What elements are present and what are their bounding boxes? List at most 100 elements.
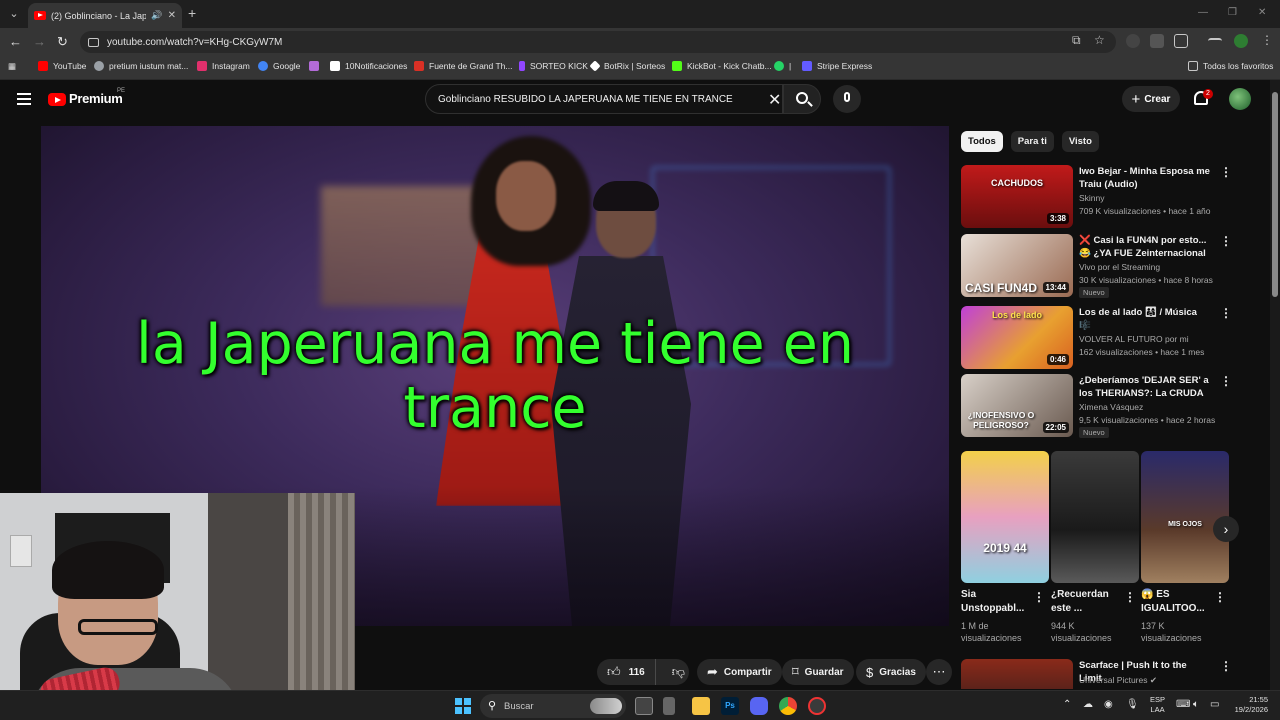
reload-icon[interactable]: ↻: [57, 34, 68, 50]
close-window-icon[interactable]: ✕: [1258, 7, 1266, 18]
channel-name[interactable]: Skinny: [1079, 193, 1105, 203]
more-options-icon[interactable]: ⋮: [1220, 307, 1232, 319]
extensions-puzzle-icon[interactable]: [1174, 34, 1188, 48]
recommendation-item[interactable]: CASI FUN4D 13:44 ❌ Casi la FUN4N por est…: [961, 234, 1232, 298]
restore-icon[interactable]: ❐: [1228, 7, 1237, 18]
network-icon[interactable]: ⌨: [1176, 699, 1190, 710]
share-button[interactable]: ➦ Compartir: [697, 659, 782, 685]
url-text[interactable]: youtube.com/watch?v=KHg-CKGyW7M: [107, 37, 282, 48]
apps-grid-icon[interactable]: ▦: [8, 61, 16, 72]
search-query[interactable]: Goblinciano RESUBIDO LA JAPERUANA ME TIE…: [438, 94, 733, 105]
short-thumbnail[interactable]: MIS OJOS: [1141, 451, 1229, 583]
recommendation-item[interactable]: Scarface | Push It to the Limit Universa…: [961, 659, 1231, 689]
bookmark-kickbot[interactable]: KickBot - Kick Chatb...: [672, 61, 772, 71]
minimize-icon[interactable]: —: [1198, 7, 1208, 18]
site-info-icon[interactable]: [88, 37, 99, 47]
bookmark-whatsapp[interactable]: |: [774, 61, 791, 71]
clear-search-icon[interactable]: ✕: [768, 90, 781, 110]
bookmark-star-icon[interactable]: ☆: [1094, 33, 1105, 47]
chip-para-ti[interactable]: Para ti: [1010, 131, 1054, 152]
save-button[interactable]: ⌑ Guardar: [782, 659, 854, 685]
recommendation-item[interactable]: Los de lado 0:46 Los de al lado 👨‍👩‍👧 / …: [961, 306, 1232, 370]
video-thumbnail[interactable]: CACHUDOS 3:38: [961, 165, 1073, 228]
video-title[interactable]: Los de al lado 👨‍👩‍👧 / Música 🎼: [1079, 306, 1211, 332]
chip-visto[interactable]: Visto: [1061, 131, 1099, 152]
bookmark-youtube[interactable]: YouTube: [38, 61, 86, 71]
tab-active[interactable]: (2) Goblinciano - La Japeruana 🔊 ✕: [28, 3, 182, 28]
discord-icon[interactable]: [750, 697, 768, 715]
app-icon[interactable]: [663, 697, 675, 715]
video-thumbnail[interactable]: CASI FUN4D 13:44: [961, 234, 1073, 297]
bookmark-sorteo-kick[interactable]: SORTEO KICK: [519, 61, 588, 71]
photoshop-icon[interactable]: Ps: [721, 697, 739, 715]
channel-name[interactable]: VOLVER AL FUTURO por mi: [1079, 334, 1189, 344]
short-title[interactable]: Sia Unstoppabl...: [961, 588, 1039, 616]
new-tab-button[interactable]: +: [188, 5, 196, 21]
close-tab-icon[interactable]: ✕: [168, 10, 176, 21]
extension-icon[interactable]: [1126, 34, 1140, 48]
tab-search-icon[interactable]: ⌄: [6, 6, 22, 22]
bookmark-x[interactable]: 10Notificaciones: [330, 61, 407, 71]
cast-icon[interactable]: ⧉: [1072, 33, 1081, 48]
volume-icon[interactable]: 🔈︎: [1193, 699, 1199, 710]
short-title[interactable]: ¿Recuerdan este ...: [1051, 588, 1129, 616]
shorts-next-button[interactable]: ›: [1213, 516, 1239, 542]
task-view-icon[interactable]: [635, 697, 653, 715]
video-title[interactable]: ¿Deberíamos 'DEJAR SER' a los THERIANS?:…: [1079, 374, 1211, 400]
system-clock[interactable]: 21:55 19/2/2026: [1228, 695, 1268, 715]
video-title[interactable]: Iwo Bejar - Minha Esposa me Traiu (Audio…: [1079, 165, 1211, 191]
youtube-logo-icon[interactable]: [48, 93, 66, 106]
taskbar-search[interactable]: ⚲ Buscar: [480, 694, 626, 718]
tray-overflow-icon[interactable]: ⌃: [1063, 699, 1071, 710]
short-thumbnail[interactable]: 2019 44: [961, 451, 1049, 583]
more-options-icon[interactable]: ⋮: [1220, 166, 1232, 178]
tray-app-icon[interactable]: ◉: [1104, 699, 1113, 710]
thanks-button[interactable]: $ Gracias: [856, 659, 926, 685]
like-button[interactable]: 👍︎ 116: [597, 659, 656, 685]
chip-todos[interactable]: Todos: [961, 131, 1003, 152]
back-icon[interactable]: ←: [9, 34, 22, 49]
create-button[interactable]: + Crear: [1122, 86, 1180, 112]
bookmark-pretium[interactable]: pretium iustum mat...: [94, 61, 188, 71]
yt-brand-label[interactable]: Premium: [69, 91, 123, 106]
more-actions-button[interactable]: ⋯: [926, 659, 952, 685]
page-scrollbar[interactable]: [1270, 80, 1280, 690]
more-options-icon[interactable]: ⋮: [1220, 660, 1231, 672]
video-title[interactable]: ❌ Casi la FUN4N por esto... 😂 ¿YA FUE Ze…: [1079, 234, 1211, 260]
bookmark-instagram[interactable]: Instagram: [197, 61, 250, 71]
extension-icon[interactable]: [1150, 34, 1164, 48]
search-input[interactable]: Goblinciano RESUBIDO LA JAPERUANA ME TIE…: [425, 84, 783, 114]
more-options-icon[interactable]: ⋮: [1124, 591, 1136, 603]
file-explorer-icon[interactable]: [692, 697, 710, 715]
obs-icon[interactable]: [808, 697, 826, 715]
tray-app-icon[interactable]: ☁: [1083, 699, 1093, 710]
channel-name[interactable]: Universal Pictures ✔: [1079, 675, 1157, 686]
windows-start-icon[interactable]: [455, 698, 471, 714]
search-button[interactable]: [783, 84, 821, 114]
speaker-icon[interactable]: 🔊: [151, 10, 162, 21]
bookmark-stripe[interactable]: Stripe Express: [802, 61, 872, 71]
video-thumbnail[interactable]: [961, 659, 1073, 689]
scroll-thumb[interactable]: [1272, 92, 1278, 297]
chrome-icon[interactable]: [779, 697, 797, 715]
input-language[interactable]: ESP LAA: [1150, 695, 1165, 715]
recommendation-item[interactable]: CACHUDOS 3:38 Iwo Bejar - Minha Esposa m…: [961, 165, 1232, 229]
all-bookmarks-folder[interactable]: Todos los favoritos: [1188, 61, 1273, 71]
recommendation-item[interactable]: ¿INOFENSIVO O PELIGROSO? 22:05 ¿Deberíam…: [961, 374, 1232, 438]
video-thumbnail[interactable]: ¿INOFENSIVO O PELIGROSO? 22:05: [961, 374, 1073, 437]
bookmark-google[interactable]: Google: [258, 61, 300, 71]
address-bar[interactable]: youtube.com/watch?v=KHg-CKGyW7M: [80, 31, 1116, 53]
bookmark-fuente[interactable]: Fuente de Grand Th...: [414, 61, 512, 71]
channel-name[interactable]: Ximena Vásquez: [1079, 402, 1143, 412]
dislike-button[interactable]: 👎︎: [662, 664, 695, 680]
tray-mic-icon[interactable]: 🎙︎: [1126, 699, 1139, 710]
video-thumbnail[interactable]: Los de lado 0:46: [961, 306, 1073, 369]
bookmark-botrix[interactable]: BotRix | Sorteos: [589, 60, 665, 72]
battery-icon[interactable]: ▭: [1210, 699, 1219, 710]
menu-kebab-icon[interactable]: ⋮: [1261, 33, 1273, 47]
more-options-icon[interactable]: ⋮: [1033, 591, 1045, 603]
short-thumbnail[interactable]: [1051, 451, 1139, 583]
short-title[interactable]: 😱 ES IGUALITOO...: [1141, 588, 1219, 616]
more-options-icon[interactable]: ⋮: [1220, 375, 1232, 387]
bookmark-unnamed[interactable]: [309, 61, 319, 71]
